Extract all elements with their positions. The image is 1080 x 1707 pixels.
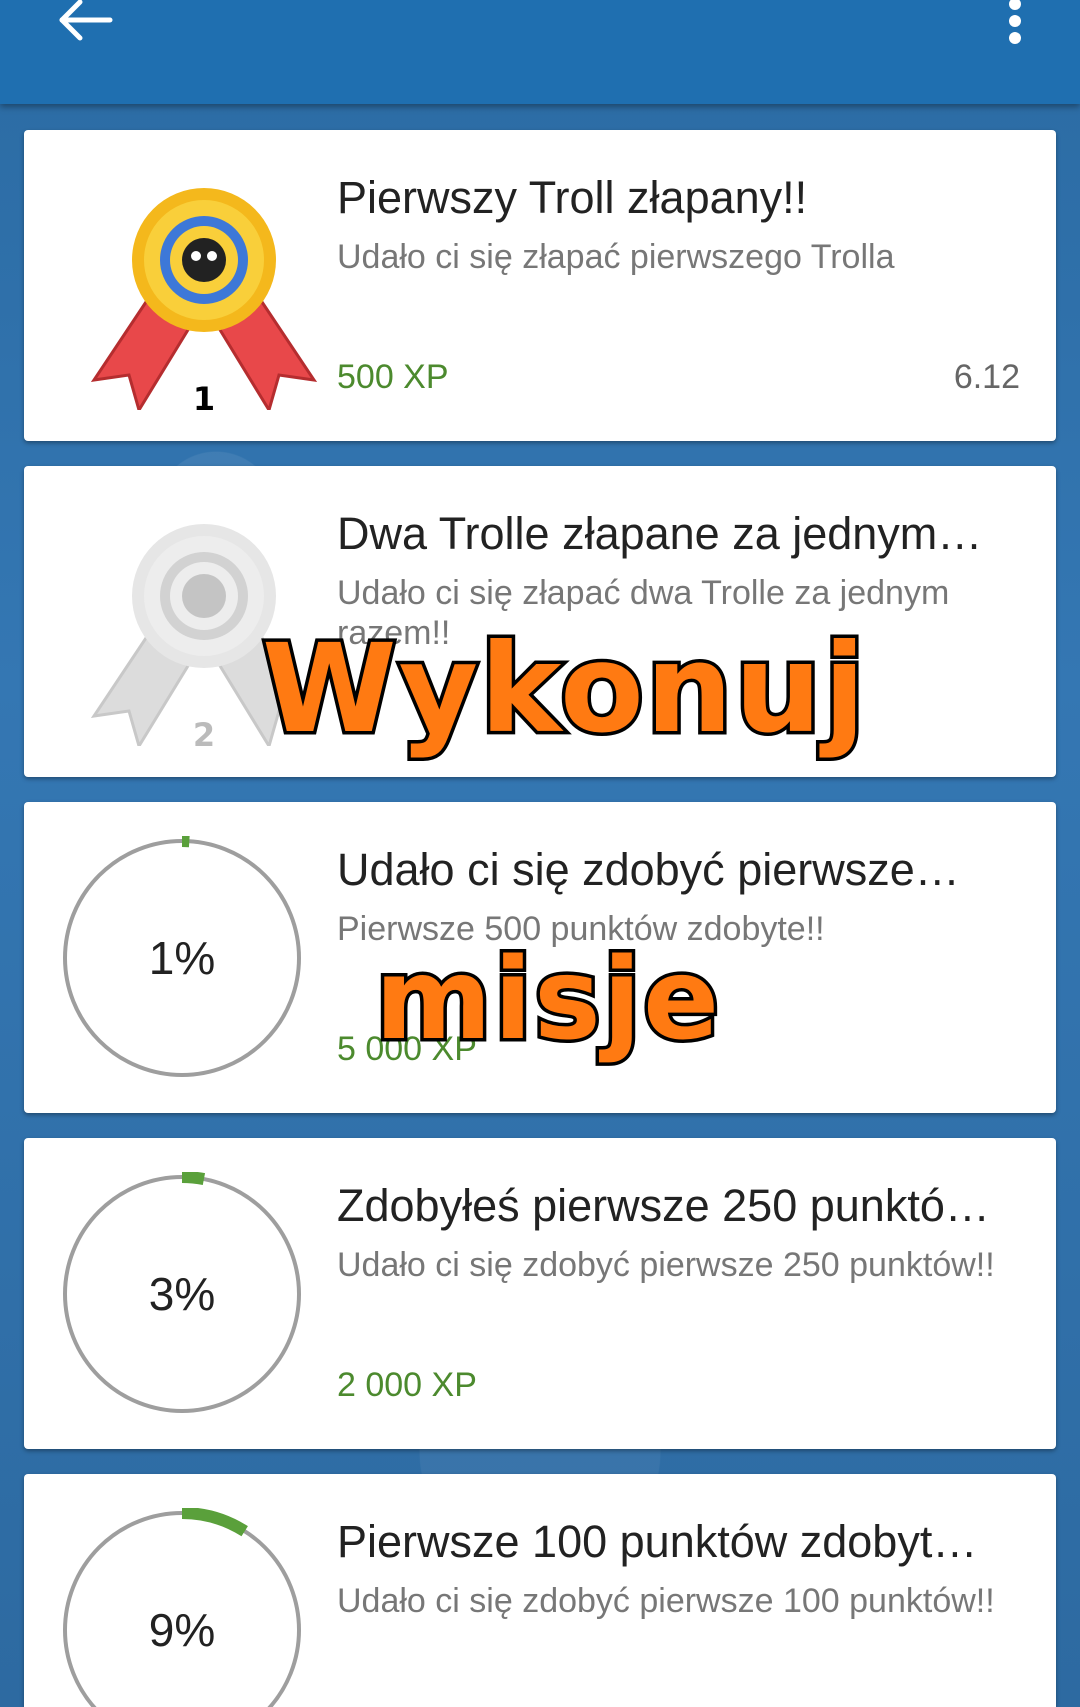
achievement-xp: 2 000 XP <box>337 1366 477 1404</box>
achievement-card[interactable]: 1 Pierwszy Troll złapany!! Udało ci się … <box>24 130 1056 441</box>
badge-number: 1 <box>193 380 215 410</box>
achievement-card[interactable]: 3% Zdobyłeś pierwsze 250 punktó… Udało c… <box>24 1138 1056 1449</box>
achievement-xp: 500 XP <box>337 358 449 396</box>
more-options-button[interactable] <box>990 0 1040 50</box>
progress-percent: 1% <box>148 932 216 984</box>
overlay-title: Wykonuj <box>258 615 868 764</box>
back-button[interactable] <box>48 0 120 50</box>
app-bar <box>0 0 1080 104</box>
achievement-title: Pierwszy Troll złapany!! <box>337 172 808 223</box>
arrow-left-icon <box>59 0 113 41</box>
progress-percent: 3% <box>148 1268 216 1320</box>
achievement-title: Pierwsze 100 punktów zdobyt… <box>337 1516 978 1567</box>
ribbon-medal-icon: 1 <box>90 188 318 410</box>
more-vert-icon <box>1009 0 1021 44</box>
progress-percent: 9% <box>148 1604 216 1656</box>
badge-number: 2 <box>193 716 215 746</box>
achievement-title: Zdobyłeś pierwsze 250 punktó… <box>337 1180 990 1231</box>
achievement-title: Udało ci się zdobyć pierwsze… <box>337 844 960 895</box>
achievement-date: 6.12 <box>953 358 1020 396</box>
achievement-title: Dwa Trolle złapane za jednym… <box>337 508 983 559</box>
overlay-subtitle: misje <box>371 932 722 1069</box>
achievement-description: Udało ci się zdobyć pierwsze 250 punktów… <box>337 1246 995 1284</box>
achievement-card[interactable]: 9% Pierwsze 100 punktów zdobyt… Udało ci… <box>24 1474 1056 1707</box>
achievement-description: Udało ci się zdobyć pierwsze 100 punktów… <box>337 1582 995 1620</box>
achievement-description: Udało ci się złapać pierwszego Trolla <box>337 238 895 276</box>
